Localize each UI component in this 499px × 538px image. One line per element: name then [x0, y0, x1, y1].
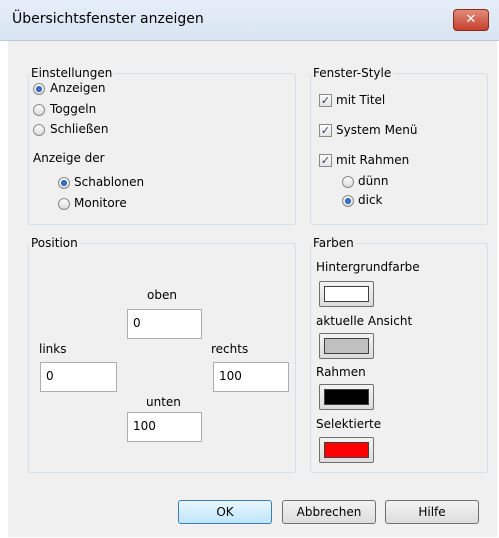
radio-monitore[interactable]: [58, 198, 70, 210]
help-button[interactable]: Hilfe: [385, 500, 479, 524]
rechts-label: rechts: [211, 342, 249, 356]
check-mark-icon: ✓: [320, 124, 331, 137]
unten-input-value: 100: [133, 419, 156, 433]
hintergrundfarbe-label: Hintergrundfarbe: [316, 260, 420, 274]
links-input[interactable]: 0: [40, 362, 117, 392]
checkbox-mit-titel-label: mit Titel: [336, 93, 386, 107]
selektierte-swatch: [324, 442, 369, 458]
ok-button[interactable]: OK: [178, 500, 272, 524]
selektierte-color-button[interactable]: [319, 437, 374, 463]
oben-input-value: 0: [133, 316, 141, 330]
radio-monitore-label: Monitore: [74, 196, 127, 210]
dialog-window: Übersichtsfenster anzeigen ✕ Einstellung…: [0, 0, 499, 538]
links-input-value: 0: [46, 369, 54, 383]
checkbox-mit-rahmen[interactable]: ✓: [319, 154, 332, 167]
close-button[interactable]: ✕: [453, 9, 489, 31]
checkbox-system-menue[interactable]: ✓: [319, 124, 332, 137]
check-mark-icon: ✓: [320, 154, 331, 167]
radio-schliessen[interactable]: [33, 124, 45, 136]
title-bar[interactable]: Übersichtsfenster anzeigen ✕: [0, 0, 499, 41]
fenster-style-legend: Fenster-Style: [313, 66, 392, 80]
aktuelle-ansicht-swatch: [324, 338, 369, 354]
close-icon: ✕: [465, 12, 477, 27]
radio-toggeln[interactable]: [33, 104, 45, 116]
radio-dick[interactable]: [342, 195, 354, 207]
radio-schablonen[interactable]: [58, 177, 70, 189]
rahmen-label: Rahmen: [316, 365, 366, 379]
cancel-button[interactable]: Abbrechen: [282, 500, 376, 524]
anzeige-der-label: Anzeige der: [33, 151, 105, 165]
hintergrundfarbe-swatch: [324, 286, 369, 302]
selektierte-label: Selektierte: [316, 417, 382, 431]
aktuelle-ansicht-label: aktuelle Ansicht: [316, 314, 413, 328]
radio-duenn-label: dünn: [358, 174, 389, 188]
radio-schablonen-label: Schablonen: [74, 175, 145, 189]
checkbox-system-menue-label: System Menü: [336, 123, 418, 137]
farben-legend: Farben: [313, 236, 354, 250]
radio-toggeln-label: Toggeln: [50, 102, 97, 116]
rechts-input-value: 100: [219, 369, 242, 383]
unten-input[interactable]: 100: [127, 412, 202, 442]
rahmen-swatch: [324, 389, 369, 405]
checkbox-mit-rahmen-label: mit Rahmen: [336, 153, 410, 167]
checkbox-mit-titel[interactable]: ✓: [319, 94, 332, 107]
dialog-client-area: Einstellungen Anzeigen Toggeln Schließen…: [8, 41, 497, 537]
radio-anzeigen[interactable]: [33, 83, 45, 95]
radio-dick-label: dick: [358, 193, 383, 207]
hintergrundfarbe-color-button[interactable]: [319, 281, 374, 307]
position-legend: Position: [31, 236, 78, 250]
radio-anzeigen-label: Anzeigen: [50, 81, 106, 95]
oben-input[interactable]: 0: [127, 309, 202, 339]
links-label: links: [39, 342, 67, 356]
check-mark-icon: ✓: [320, 94, 331, 107]
fenster-style-group: Fenster-Style: [310, 66, 488, 225]
oben-label: oben: [147, 288, 177, 302]
unten-label: unten: [146, 395, 181, 409]
rahmen-color-button[interactable]: [319, 384, 374, 410]
einstellungen-legend: Einstellungen: [31, 66, 113, 80]
rechts-input[interactable]: 100: [213, 362, 289, 392]
aktuelle-ansicht-color-button[interactable]: [319, 333, 374, 359]
radio-schliessen-label: Schließen: [50, 122, 109, 136]
window-title: Übersichtsfenster anzeigen: [12, 11, 204, 27]
radio-duenn[interactable]: [342, 176, 354, 188]
